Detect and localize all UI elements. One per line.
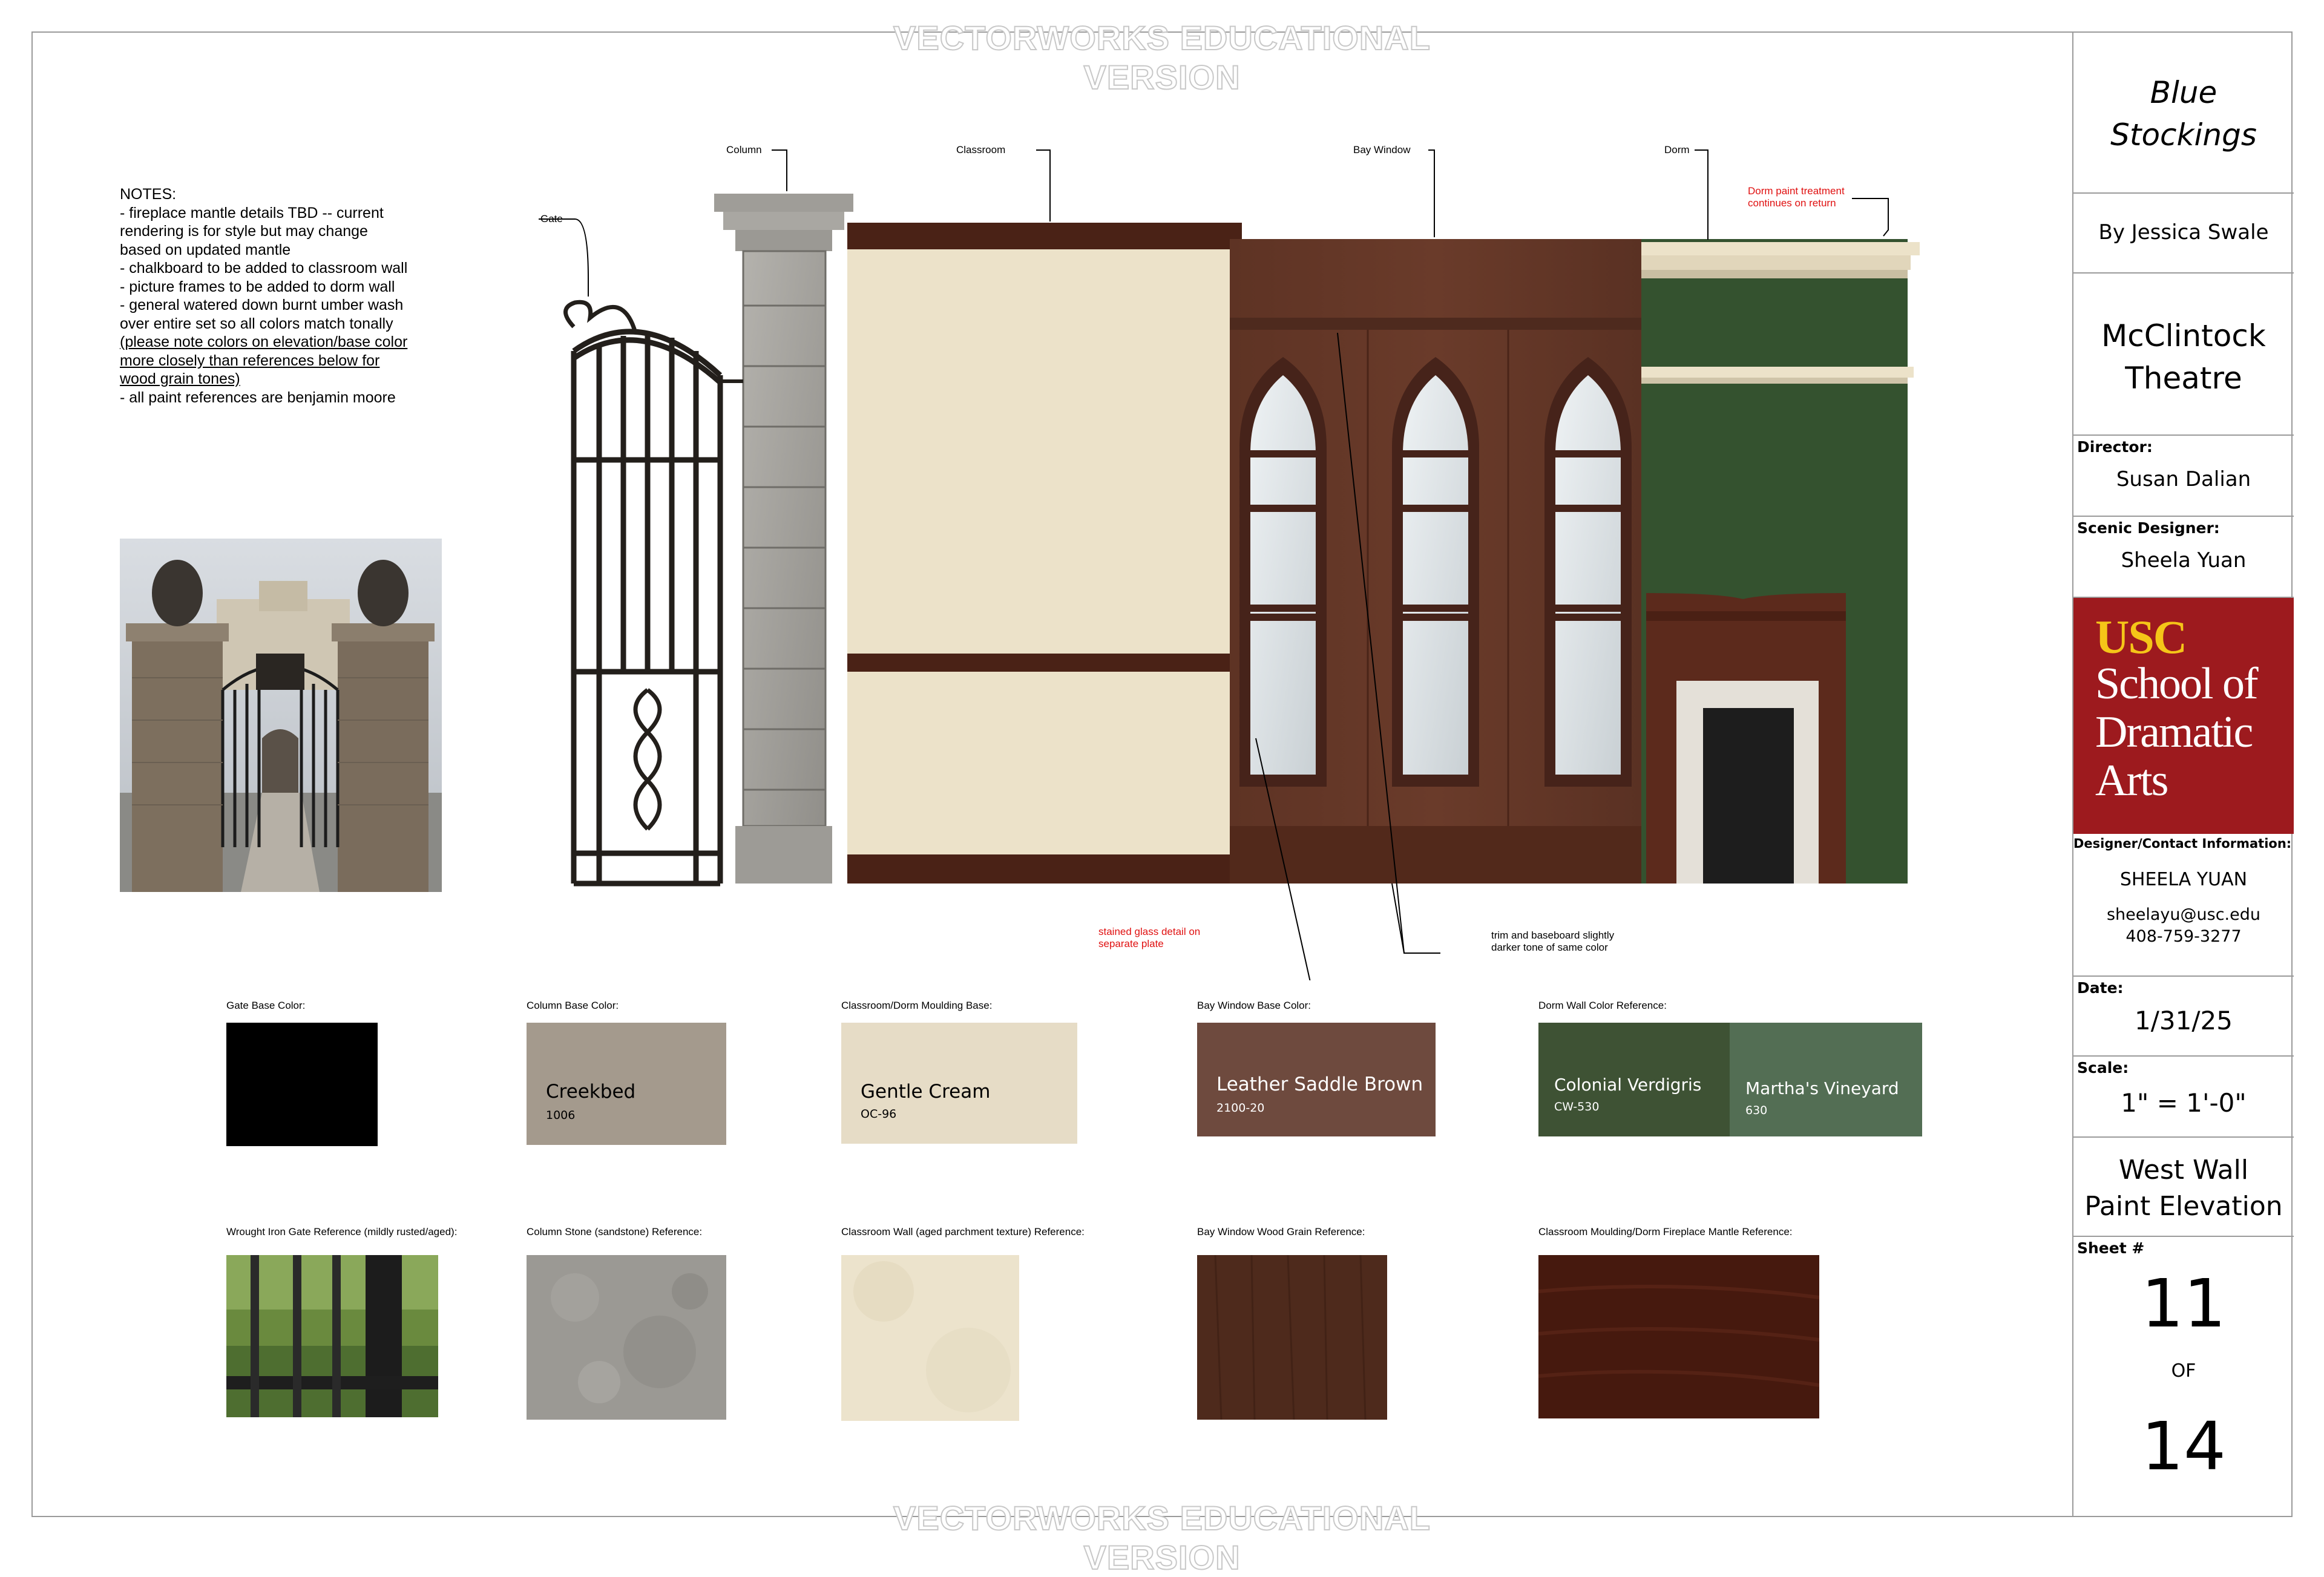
swatch-leather-saddle-brown: Leather Saddle Brown 2100-20 xyxy=(1197,1023,1436,1136)
swatch-name: Creekbed xyxy=(546,1081,636,1103)
scenic-designer-name: Sheela Yuan xyxy=(2121,548,2247,572)
scale-value: 1" = 1'-0" xyxy=(2121,1088,2247,1118)
swatch-colonial-verdigris: Colonial Verdigris CW-530 xyxy=(1538,1023,1730,1136)
tb-sheet-number-cell: Sheet # 11 OF 14 xyxy=(2073,1237,2294,1517)
contact-email: sheelayu@usc.edu xyxy=(2106,905,2260,924)
sheet-number: 11 xyxy=(2141,1265,2226,1342)
label-dorm: Dorm xyxy=(1664,144,1690,156)
ref-label-gate: Wrought Iron Gate Reference (mildly rust… xyxy=(226,1226,458,1238)
note-dorm-paint: Dorm paint treatment continues on return xyxy=(1748,185,1845,209)
swatch-label-bay-window: Bay Window Base Color: xyxy=(1197,1000,1311,1011)
note-trim-baseboard: trim and baseboard slightly darker tone … xyxy=(1491,929,1615,953)
swatch-name: Gentle Cream xyxy=(861,1081,991,1103)
play-author: By Jessica Swale xyxy=(2098,220,2269,244)
swatch-code: 2100-20 xyxy=(1216,1101,1265,1115)
tb-theatre-cell: McClintock Theatre xyxy=(2073,274,2294,436)
ref-label-bay-window: Bay Window Wood Grain Reference: xyxy=(1197,1226,1365,1238)
swatch-name: Colonial Verdigris xyxy=(1554,1075,1702,1095)
contact-name: SHEELA YUAN xyxy=(2119,869,2248,890)
swatch-label-column: Column Base Color: xyxy=(527,1000,619,1011)
usc-logo: USC School of Dramatic Arts xyxy=(2073,598,2294,834)
notes-underlined: (please note colors on elevation/base co… xyxy=(120,333,408,387)
tb-scale-cell: Scale: 1" = 1'-0" xyxy=(2073,1057,2294,1138)
swatch-label-dorm: Dorm Wall Color Reference: xyxy=(1538,1000,1667,1011)
date-value: 1/31/25 xyxy=(2135,1006,2233,1035)
ref-label-classroom: Classroom Wall (aged parchment texture) … xyxy=(841,1226,1085,1238)
swatch-label-gate: Gate Base Color: xyxy=(226,1000,306,1011)
swatch-creekbed: Creekbed 1006 xyxy=(527,1023,726,1145)
label-bay-window: Bay Window xyxy=(1353,144,1411,156)
label-classroom: Classroom xyxy=(956,144,1006,156)
tb-director-cell: Director: Susan Dalian xyxy=(2073,436,2294,517)
theatre-name: McClintock Theatre xyxy=(2101,318,2266,396)
note-stained-glass: stained glass detail on separate plate xyxy=(1098,926,1201,949)
bay-window xyxy=(1230,239,1641,884)
ref-sandstone-image xyxy=(527,1255,726,1420)
window-1 xyxy=(1239,357,1327,787)
title-block: Blue Stockings By Jessica Swale McClinto… xyxy=(2072,31,2294,1517)
gate-reference-photo xyxy=(120,539,442,892)
ref-parchment-image xyxy=(841,1255,1019,1421)
notes-main: NOTES: - fireplace mantle details TBD --… xyxy=(120,186,408,332)
fireplace-mantle xyxy=(1646,593,1846,884)
director-label: Director: xyxy=(2077,438,2153,456)
tb-sheet-title-cell: West Wall Paint Elevation xyxy=(2073,1138,2294,1237)
swatch-name: Martha's Vineyard xyxy=(1745,1078,1899,1098)
tb-designer-cell: Scenic Designer: Sheela Yuan xyxy=(2073,517,2294,598)
scenic-designer-label: Scenic Designer: xyxy=(2077,519,2220,537)
dorm-wall xyxy=(1641,239,1920,884)
play-title: Blue Stockings xyxy=(2110,75,2257,152)
swatch-code: CW-530 xyxy=(1554,1100,1600,1113)
window-2 xyxy=(1392,357,1479,787)
swatch-code: OC-96 xyxy=(861,1107,897,1121)
tb-date-cell: Date: 1/31/25 xyxy=(2073,977,2294,1057)
tb-contact-cell: Designer/Contact Information: SHEELA YUA… xyxy=(2073,834,2294,977)
sheet-of: OF xyxy=(2171,1360,2196,1382)
ref-wood-grain-image xyxy=(1197,1255,1387,1420)
sheet-total: 14 xyxy=(2141,1408,2226,1485)
label-column: Column xyxy=(726,144,762,156)
window-3 xyxy=(1544,357,1632,787)
sheet-title: West Wall Paint Elevation xyxy=(2084,1155,2283,1222)
notes-tail: - all paint references are benjamin moor… xyxy=(120,389,396,406)
scale-label: Scale: xyxy=(2077,1059,2129,1077)
swatch-marthas-vineyard: Martha's Vineyard 630 xyxy=(1730,1023,1922,1136)
west-wall-elevation xyxy=(539,149,1920,980)
stone-column xyxy=(714,194,853,884)
swatch-name: Leather Saddle Brown xyxy=(1216,1074,1423,1095)
contact-phone: 408-759-3277 xyxy=(2125,927,2242,946)
swatch-gate xyxy=(226,1023,378,1146)
ref-label-column: Column Stone (sandstone) Reference: xyxy=(527,1226,703,1238)
watermark-top: VECTORWORKS EDUCATIONAL VERSION xyxy=(893,18,1431,97)
notes: NOTES: - fireplace mantle details TBD --… xyxy=(120,185,410,407)
swatch-label-moulding: Classroom/Dorm Moulding Base: xyxy=(841,1000,993,1011)
tb-author-cell: By Jessica Swale xyxy=(2073,194,2294,274)
swatch-gentle-cream: Gentle Cream OC-96 xyxy=(841,1023,1077,1144)
ref-wrought-iron-image xyxy=(226,1255,438,1417)
swatch-code: 1006 xyxy=(546,1109,576,1122)
watermark-bottom: VECTORWORKS EDUCATIONAL VERSION xyxy=(893,1498,1431,1577)
director-name: Susan Dalian xyxy=(2116,467,2251,491)
date-label: Date: xyxy=(2077,979,2124,997)
tb-title-cell: Blue Stockings xyxy=(2073,31,2294,194)
ref-mantle-wood-image xyxy=(1538,1255,1819,1418)
ref-label-moulding: Classroom Moulding/Dorm Fireplace Mantle… xyxy=(1538,1226,1793,1238)
contact-label: Designer/Contact Information: xyxy=(2073,836,2292,851)
sheet-label: Sheet # xyxy=(2077,1239,2145,1257)
classroom-wall xyxy=(847,223,1242,884)
wrought-iron-gate xyxy=(563,300,743,887)
label-gate: Gate xyxy=(540,213,563,225)
swatch-code: 630 xyxy=(1745,1104,1768,1117)
